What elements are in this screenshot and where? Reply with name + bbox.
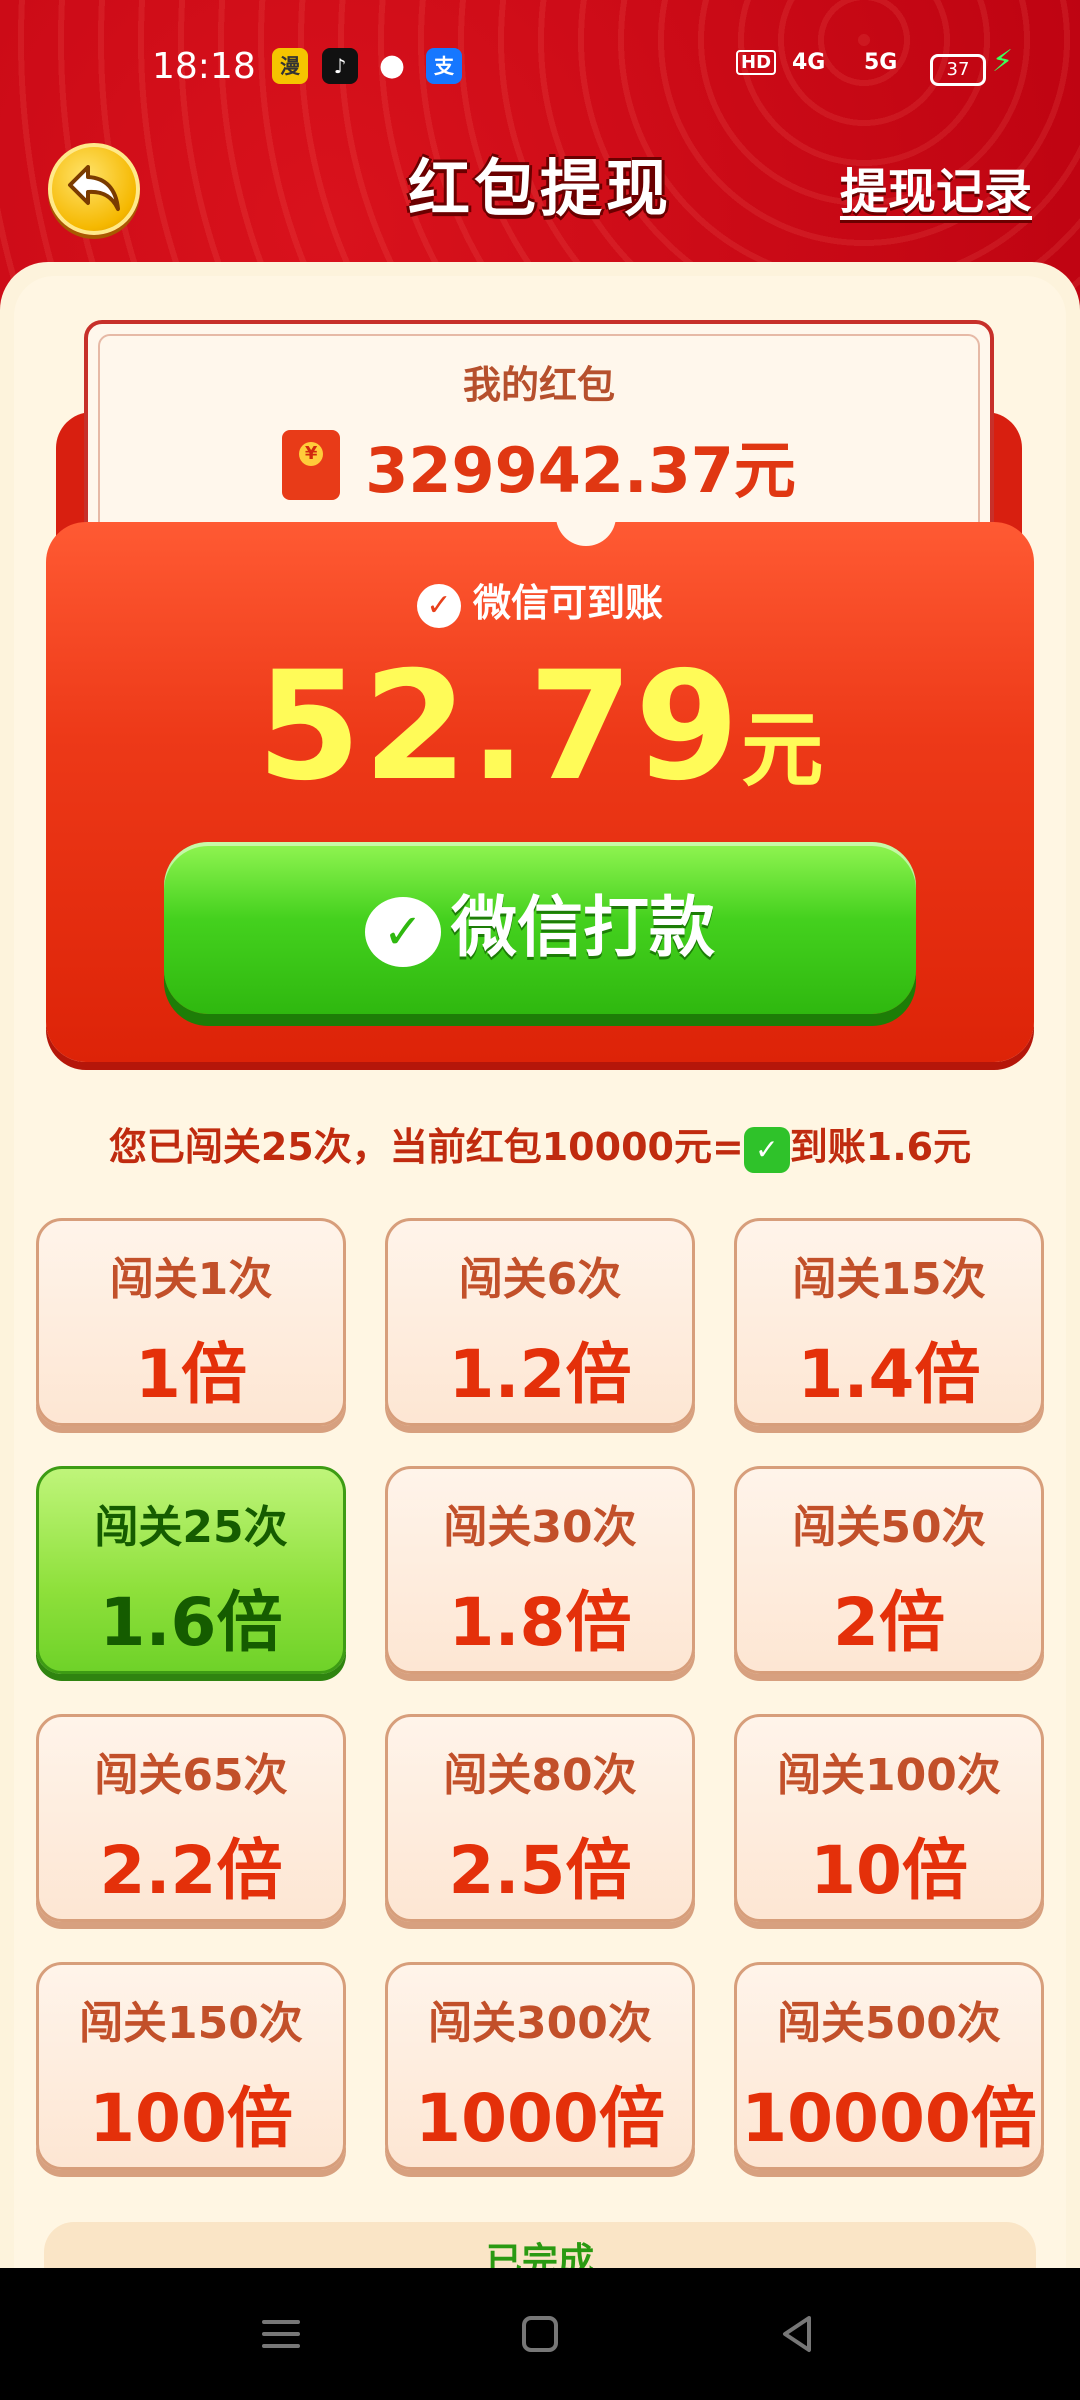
- withdraw-amount-value: 52.79: [256, 640, 742, 814]
- level-cell[interactable]: 闯关150次 100倍: [36, 1962, 346, 2170]
- wechat-logo-icon: ✓: [365, 896, 441, 967]
- level-multiplier: 10倍: [810, 1832, 968, 1909]
- level-cell[interactable]: 闯关30次 1.8倍: [385, 1466, 695, 1674]
- wechat-arrival-label: 微信可到账: [472, 581, 663, 625]
- level-cell[interactable]: 闯关1次 1倍: [36, 1218, 346, 1426]
- signal-5g-icon: 5G: [864, 50, 898, 75]
- level-multiplier: 2.5倍: [448, 1832, 632, 1909]
- level-multiplier: 1倍: [135, 1336, 247, 1413]
- level-multiplier: 2倍: [833, 1584, 945, 1661]
- wechat-icon: ●: [378, 48, 406, 83]
- level-cell[interactable]: 闯关300次 1000倍: [385, 1962, 695, 2170]
- level-count: 闯关150次: [79, 1998, 303, 2049]
- system-nav-bar: [0, 2268, 1080, 2400]
- withdraw-card: ✓ 微信可到账 52.79元 ✓ 微信打款: [46, 516, 1034, 1062]
- withdraw-records-link[interactable]: 提现记录: [840, 152, 1032, 222]
- redpacket-icon: [282, 430, 341, 500]
- level-count: 闯关300次: [428, 1998, 652, 2049]
- level-count: 闯关1次: [109, 1254, 273, 1305]
- level-cell[interactable]: 闯关100次 10倍: [734, 1714, 1044, 1922]
- wechat-arrival-line: ✓ 微信可到账: [46, 572, 1034, 628]
- level-multiplier: 10000倍: [741, 2080, 1037, 2157]
- level-multiplier: 2.2倍: [99, 1832, 283, 1909]
- hd-indicator: HD: [736, 50, 777, 75]
- level-count: 闯关100次: [777, 1750, 1001, 1801]
- level-multiplier: 100倍: [89, 2080, 293, 2157]
- back-nav-icon[interactable]: [773, 2312, 823, 2356]
- level-count: 闯关30次: [443, 1502, 637, 1553]
- level-count: 闯关500次: [777, 1998, 1001, 2049]
- level-multiplier: 1.2倍: [448, 1336, 632, 1413]
- my-redpacket-label: 我的红包: [462, 363, 615, 407]
- level-cell[interactable]: 闯关6次 1.2倍: [385, 1218, 695, 1426]
- level-cell-current[interactable]: 闯关25次 1.6倍: [36, 1466, 346, 1674]
- level-multiplier: 1000倍: [415, 2080, 665, 2157]
- wechat-mini-icon: ✓: [743, 1126, 790, 1173]
- progress-info-suffix: 到账1.6元: [789, 1125, 972, 1169]
- signal-4g-icon: 4G: [792, 50, 826, 75]
- level-cell[interactable]: 闯关15次 1.4倍: [734, 1218, 1044, 1426]
- level-count: 闯关80次: [443, 1750, 637, 1801]
- battery-icon: 37: [930, 54, 986, 86]
- level-cell[interactable]: 闯关65次 2.2倍: [36, 1714, 346, 1922]
- home-icon[interactable]: [515, 2312, 565, 2356]
- level-cell[interactable]: 闯关80次 2.5倍: [385, 1714, 695, 1922]
- wechat-pay-label: 微信打款: [451, 889, 715, 966]
- level-count: 闯关50次: [792, 1502, 986, 1553]
- menu-icon[interactable]: [256, 2312, 306, 2356]
- level-count: 闯关25次: [94, 1502, 288, 1553]
- wechat-check-icon: ✓: [416, 583, 461, 628]
- wechat-pay-button[interactable]: ✓ 微信打款: [164, 842, 916, 1014]
- level-multiplier: 1.8倍: [448, 1584, 632, 1661]
- level-count: 闯关6次: [458, 1254, 622, 1305]
- charging-icon: ⚡: [992, 44, 1014, 79]
- withdraw-amount: 52.79元: [46, 640, 1034, 814]
- tiktok-icon: ♪: [322, 48, 358, 84]
- level-multiplier: 1.6倍: [99, 1584, 283, 1661]
- withdraw-amount-unit: 元: [741, 703, 824, 798]
- my-redpacket-card: 我的红包 329942.37元: [84, 320, 994, 550]
- level-cell[interactable]: 闯关500次 10000倍: [734, 1962, 1044, 2170]
- progress-info: 您已闯关25次，当前红包10000元= ✓ 到账1.6元: [0, 1116, 1080, 1173]
- status-time: 18:18: [152, 46, 256, 87]
- status-bar: 18:18 漫 ♪ ● 支 HD 4G 5G 37 ⚡: [0, 0, 1080, 140]
- level-count: 闯关15次: [792, 1254, 986, 1305]
- level-count: 闯关65次: [94, 1750, 288, 1801]
- comic-app-icon: 漫: [272, 48, 308, 84]
- level-multiplier: 1.4倍: [797, 1336, 981, 1413]
- progress-info-prefix: 您已闯关25次，当前红包10000元=: [108, 1125, 744, 1169]
- alipay-icon: 支: [426, 48, 462, 84]
- my-redpacket-amount: 329942.37元: [365, 434, 796, 507]
- level-cell[interactable]: 闯关50次 2倍: [734, 1466, 1044, 1674]
